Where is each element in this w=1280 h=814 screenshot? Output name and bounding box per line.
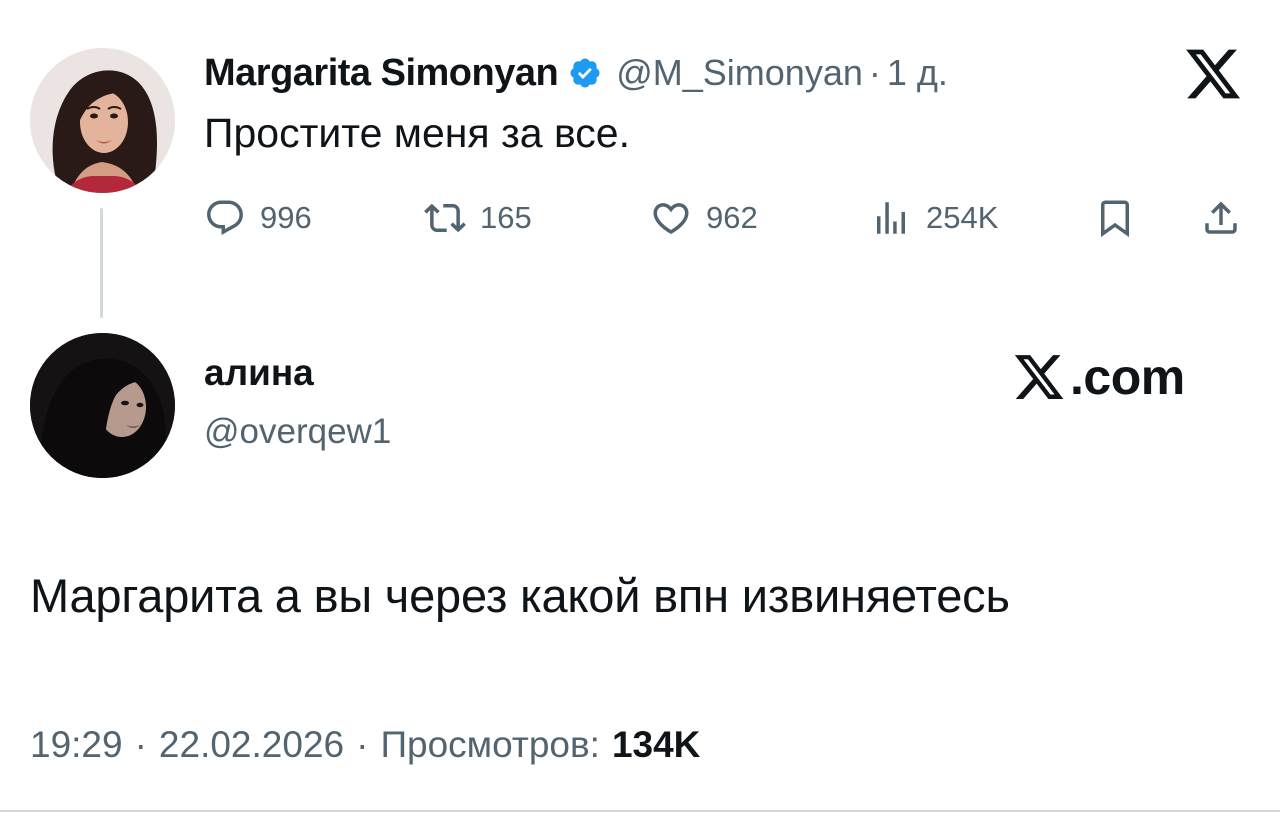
reply-button[interactable]: 996 [204,190,312,246]
reply-icon [207,200,243,235]
meta-separator: · [134,724,147,765]
like-button[interactable]: 962 [650,190,758,246]
author-avatar[interactable] [30,48,175,193]
retweet-icon [424,203,466,233]
retweet-button[interactable]: 165 [424,190,532,246]
verified-badge-icon [568,56,602,90]
author-handle[interactable]: @M_Simonyan [616,52,863,94]
x-logo-icon [1182,44,1244,104]
heart-icon [653,203,689,235]
header-separator: · [868,52,881,93]
reply-date[interactable]: 22.02.2026 [159,724,344,766]
share-icon [1205,201,1237,234]
profile-photo-woman [30,48,175,193]
tweet-text: Простите меня за все. [204,110,630,156]
reply-author-avatar[interactable] [30,333,175,478]
bottom-divider [0,810,1280,812]
retweet-count: 165 [480,200,532,235]
analytics-icon [877,202,905,234]
tweet-header: Margarita Simonyan @M_Simonyan · 1 д. [204,50,948,96]
views-label: Просмотров: [380,724,600,765]
views-count: 254K [926,200,999,235]
tweet-screenshot: Margarita Simonyan @M_Simonyan · 1 д. Пр… [0,0,1280,814]
brand-domain-text: .com [1070,349,1185,405]
meta-separator: · [356,724,369,765]
tweet-actions: 996 165 962 254K [0,190,1280,246]
reply-time[interactable]: 19:29 [30,724,123,766]
profile-photo-dark [30,333,175,478]
bookmark-icon [1101,200,1129,238]
bookmark-button[interactable] [1094,190,1136,246]
reply-views-count[interactable]: 134K [612,724,700,766]
x-com-brand: .com [1010,346,1185,408]
reply-author-display-name[interactable]: алина [204,352,314,394]
views-button[interactable]: 254K [870,190,998,246]
x-brand-logo-icon [1014,355,1064,399]
reply-count: 996 [260,200,312,235]
reply-tweet-meta: 19:29 · 22.02.2026 · Просмотров: 134K [30,724,700,766]
share-button[interactable] [1200,190,1242,246]
reply-author-handle[interactable]: @overqew1 [204,412,391,452]
author-display-name[interactable]: Margarita Simonyan [204,52,559,95]
reply-tweet-text: Маргарита а вы через какой впн извиняете… [30,569,1010,622]
like-count: 962 [706,200,758,235]
tweet-time-ago[interactable]: 1 д. [887,52,948,94]
